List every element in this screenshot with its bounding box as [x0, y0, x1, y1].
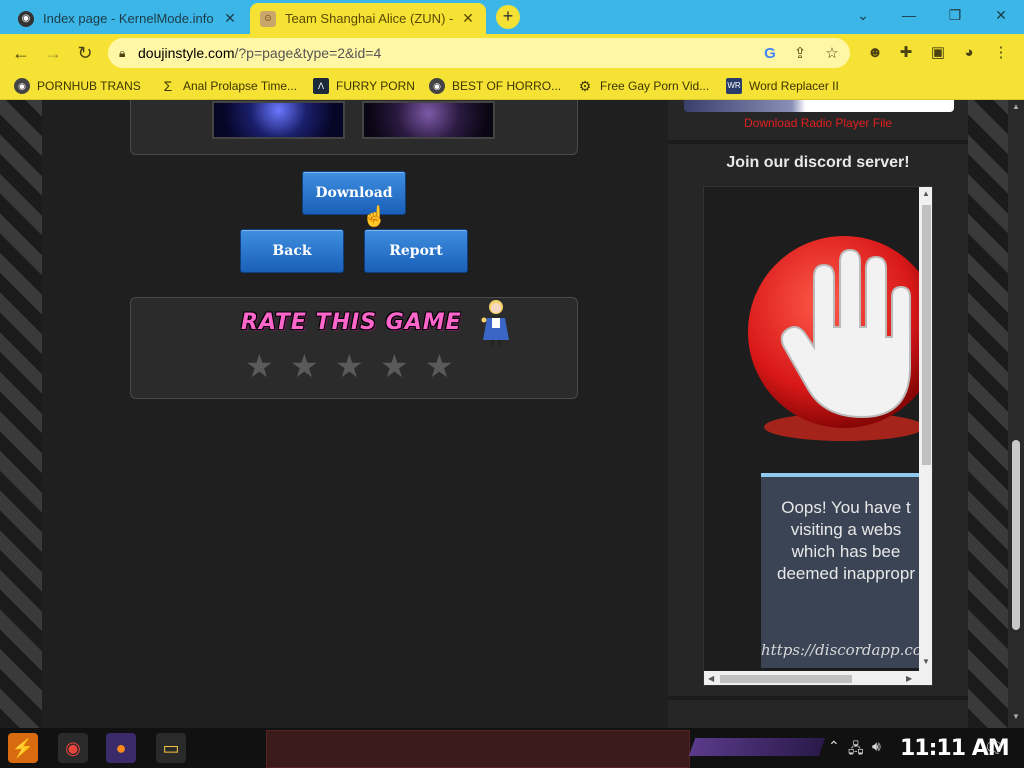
extension-avatar-icon[interactable]: ☻: [864, 42, 886, 64]
tab-title: Team Shanghai Alice (ZUN) -: [285, 11, 454, 26]
star-icon[interactable]: ★: [245, 350, 274, 382]
sigma-icon: Σ: [163, 78, 173, 94]
main-column: Download ☝ Back Report RATE THIS GAME ★ ★…: [42, 100, 668, 728]
discord-heading: Join our discord server!: [726, 154, 910, 171]
menu-kebab-icon[interactable]: ⋮: [990, 42, 1012, 64]
screenshots-panel: [130, 100, 578, 155]
page-viewport: Download ☝ Back Report RATE THIS GAME ★ ★…: [0, 100, 1024, 728]
blocked-url-text: https://discordapp.co: [761, 641, 922, 659]
alice-sprite-icon: [481, 300, 509, 345]
bookmark-item[interactable]: Λ FURRY PORN: [313, 77, 415, 95]
tab-kernelmode[interactable]: ◉ Index page - KernelMode.info ✕: [8, 3, 248, 34]
globe-icon: ◉: [14, 78, 30, 94]
google-lens-icon[interactable]: G: [760, 44, 780, 64]
bookmark-item[interactable]: ◉ PORNHUB TRANS: [14, 77, 141, 95]
taskbar-thumbnail: [266, 730, 690, 768]
gear-icon: ⚙: [578, 78, 592, 94]
scroll-up-arrow-icon[interactable]: ▲: [922, 189, 930, 198]
volume-icon[interactable]: 🔊︎: [872, 738, 881, 755]
scroll-down-arrow-icon[interactable]: ▼: [922, 657, 930, 666]
scroll-right-arrow-icon[interactable]: ▶: [906, 674, 912, 683]
scroll-left-arrow-icon[interactable]: ◀: [708, 674, 714, 683]
background-pattern: [968, 100, 1008, 728]
browser-toolbar: ← → ↻ 🔒︎ doujinstyle.com/?p=page&type=2&…: [0, 34, 1024, 72]
back-arrow-icon[interactable]: ←: [8, 40, 34, 66]
new-tab-button[interactable]: +: [496, 5, 520, 29]
scroll-thumb[interactable]: [720, 675, 852, 683]
star-icon[interactable]: ★: [380, 350, 409, 382]
tab-doujinstyle[interactable]: ☺ Team Shanghai Alice (ZUN) - ✕: [250, 3, 486, 34]
blocked-site-message: Oops! You have t visiting a webs which h…: [761, 473, 931, 668]
doujinstyle-icon: ☺: [260, 10, 276, 27]
tab-strip: ◉ Index page - KernelMode.info ✕ ☺ Team …: [0, 0, 1024, 34]
arrow-logo-icon: Λ: [313, 78, 329, 94]
page-vertical-scrollbar[interactable]: ▲ ▼: [1008, 100, 1024, 728]
side-panel-icon[interactable]: ▣: [927, 42, 949, 64]
back-button[interactable]: Back: [240, 229, 344, 273]
minimize-button[interactable]: —: [886, 0, 932, 30]
discord-widget-frame[interactable]: Oops! You have t visiting a webs which h…: [703, 186, 933, 686]
close-window-button[interactable]: ✕: [978, 0, 1024, 30]
tab-title: Index page - KernelMode.info: [43, 11, 214, 26]
screenshot-thumbnail[interactable]: [212, 101, 345, 139]
frame-vertical-scrollbar[interactable]: ▲ ▼: [919, 187, 932, 671]
radio-player-image: [684, 100, 954, 112]
globe-icon: ◉: [18, 10, 34, 27]
tab-search-icon[interactable]: ⌄: [840, 0, 886, 30]
download-button[interactable]: Download: [302, 171, 406, 215]
bookmark-item[interactable]: ◉ BEST OF HORRO...: [429, 77, 561, 95]
radio-player-link[interactable]: Download Radio Player File: [744, 116, 892, 130]
notifications-icon[interactable]: 🗨︎: [984, 738, 1004, 758]
divider: [668, 696, 968, 700]
report-button[interactable]: Report: [364, 229, 468, 273]
taskbar: ⚡ ◉ ● ▭ ⌃ 🖧︎ 🔊︎ 11:11 AM 🗨︎: [0, 728, 1024, 768]
bookmark-item[interactable]: Σ Anal Prolapse Time...: [160, 77, 297, 95]
profile-icon[interactable]: ◕: [958, 42, 980, 64]
network-icon[interactable]: 🖧︎: [848, 738, 864, 762]
wr-icon: WR: [726, 78, 742, 94]
background-pattern: [0, 100, 42, 728]
firefox-icon[interactable]: ●: [106, 733, 136, 763]
address-bar[interactable]: 🔒︎ doujinstyle.com/?p=page&type=2&id=4 G…: [108, 38, 850, 68]
sidebar: Download Radio Player File Join our disc…: [668, 100, 968, 728]
globe-icon: ◉: [429, 78, 445, 94]
url-text: doujinstyle.com/?p=page&type=2&id=4: [138, 45, 382, 61]
close-icon[interactable]: ✕: [222, 10, 238, 27]
rating-panel: RATE THIS GAME ★ ★ ★ ★ ★: [130, 297, 578, 399]
hand-cursor-icon: ☝: [362, 206, 387, 228]
bookmark-star-icon[interactable]: ☆: [822, 44, 842, 64]
star-icon[interactable]: ★: [290, 350, 319, 382]
chrome-icon[interactable]: ◉: [58, 733, 88, 763]
rate-title: RATE THIS GAME: [241, 310, 462, 335]
frame-horizontal-scrollbar[interactable]: ◀ ▶: [704, 671, 932, 685]
scroll-down-arrow-icon[interactable]: ▼: [1012, 712, 1020, 721]
restore-button[interactable]: ❐: [932, 0, 978, 30]
bookmarks-bar: ◉ PORNHUB TRANS Σ Anal Prolapse Time... ΛF…: [0, 72, 1024, 100]
scroll-thumb[interactable]: [1012, 440, 1020, 630]
bookmark-item[interactable]: WR Word Replacer II: [726, 77, 839, 95]
tray-chevron-icon[interactable]: ⌃: [828, 738, 840, 755]
bookmark-item[interactable]: ⚙ Free Gay Porn Vid...: [577, 77, 709, 95]
start-button-icon[interactable]: ⚡: [8, 733, 38, 763]
stop-hand-icon: [748, 236, 932, 441]
screenshot-thumbnail[interactable]: [362, 101, 495, 139]
divider: [668, 140, 968, 144]
share-icon[interactable]: ⇪: [790, 44, 810, 64]
scroll-up-arrow-icon[interactable]: ▲: [1012, 102, 1020, 111]
lock-icon: 🔒︎: [119, 46, 126, 60]
file-explorer-icon[interactable]: ▭: [156, 733, 186, 763]
scroll-thumb[interactable]: [922, 205, 931, 465]
star-icon[interactable]: ★: [425, 350, 454, 382]
forward-arrow-icon[interactable]: →: [40, 40, 66, 66]
close-icon[interactable]: ✕: [460, 10, 476, 27]
extensions-puzzle-icon[interactable]: ✚: [895, 42, 917, 64]
taskbar-decoration: [688, 738, 826, 756]
reload-icon[interactable]: ↻: [72, 40, 98, 66]
star-icon[interactable]: ★: [335, 350, 364, 382]
